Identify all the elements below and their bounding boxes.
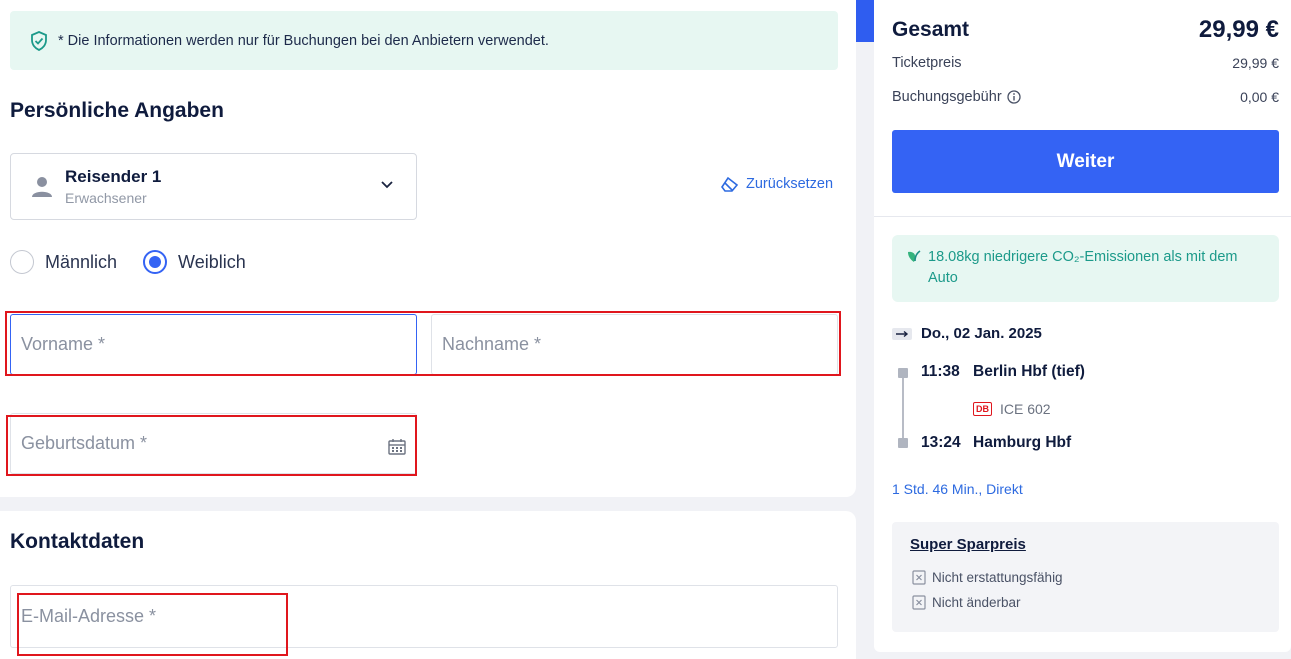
no-change-icon <box>912 595 926 610</box>
continue-button[interactable]: Weiter <box>892 130 1279 193</box>
leaf-icon <box>908 250 921 262</box>
arrival-station: Hamburg Hbf <box>973 434 1072 451</box>
lastname-placeholder: Nachname * <box>442 334 542 354</box>
info-banner-text: * Die Informationen werden nur für Buchu… <box>58 32 549 49</box>
summary-divider <box>874 216 1291 217</box>
ticket-price-value: 29,99 € <box>1232 55 1279 71</box>
train-number: ICE 602 <box>1000 401 1051 417</box>
radio-circle <box>10 250 34 274</box>
reset-label: Zurücksetzen <box>746 176 834 192</box>
gender-radio-group: Männlich Weiblich <box>10 250 272 274</box>
person-icon <box>32 176 52 197</box>
arrival-time: 13:24 <box>921 434 961 451</box>
fare-condition-refund: Nicht erstattungsfähig <box>912 570 1063 585</box>
fare-condition-change: Nicht änderbar <box>912 595 1021 610</box>
booking-fee-label: Buchungsgebühr <box>892 89 1002 105</box>
journey-date: Do., 02 Jan. 2025 <box>921 325 1042 342</box>
info-icon[interactable] <box>1007 90 1021 104</box>
gender-female-label: Weiblich <box>178 251 246 272</box>
booking-fee-value: 0,00 € <box>1240 89 1279 105</box>
personal-details-title: Persönliche Angaben <box>10 99 224 122</box>
total-value: 29,99 € <box>1198 16 1279 43</box>
journey-duration: 1 Std. 46 Min., Direkt <box>892 481 1023 497</box>
chevron-down-icon <box>381 181 393 189</box>
gender-male-radio[interactable]: Männlich <box>10 250 117 274</box>
departure-stop-dot <box>898 368 908 378</box>
email-input[interactable]: E-Mail-Adresse * <box>10 585 838 648</box>
lastname-input[interactable]: Nachname * <box>431 314 838 375</box>
gender-female-radio[interactable]: Weiblich <box>143 250 246 274</box>
reset-link[interactable]: Zurücksetzen <box>720 176 833 192</box>
departure-station: Berlin Hbf (tief) <box>973 363 1085 380</box>
firstname-placeholder: Vorname * <box>21 334 106 354</box>
departure-time: 11:38 <box>921 363 960 380</box>
eco-text: 18.08kg niedrigere CO₂-Emissionen als mi… <box>928 249 1238 286</box>
ticket-price-row: Ticketpreis 29,99 € <box>892 55 1279 71</box>
traveler-type: Erwachsener <box>65 190 147 206</box>
fare-name-link[interactable]: Super Sparpreis <box>910 536 1026 553</box>
train-direction-icon <box>892 328 912 340</box>
traveler-name: Reisender 1 <box>65 167 162 186</box>
db-logo-icon: DB <box>973 402 992 416</box>
shield-check-icon <box>31 30 47 51</box>
calendar-icon[interactable] <box>388 438 406 455</box>
fare-condition-refund-text: Nicht erstattungsfähig <box>932 570 1063 585</box>
no-refund-icon <box>912 570 926 585</box>
eraser-icon <box>721 176 739 192</box>
radio-circle-selected <box>143 250 168 274</box>
booking-fee-row: Buchungsgebühr 0,00 € <box>892 89 1279 105</box>
firstname-input[interactable]: Vorname * <box>10 314 417 375</box>
gender-male-label: Männlich <box>45 251 118 272</box>
email-placeholder: E-Mail-Adresse * <box>21 606 157 626</box>
ticket-price-label: Ticketpreis <box>892 55 962 71</box>
eco-banner: 18.08kg niedrigere CO₂-Emissionen als mi… <box>892 235 1279 302</box>
fare-condition-change-text: Nicht änderbar <box>932 595 1021 610</box>
journey-line <box>902 378 904 440</box>
info-banner: * Die Informationen werden nur für Buchu… <box>10 11 838 70</box>
arrival-stop-dot <box>898 438 908 448</box>
birthdate-placeholder: Geburtsdatum * <box>21 433 148 453</box>
header-accent-strip <box>856 0 874 42</box>
train-info: DB ICE 602 <box>973 401 1051 417</box>
contact-details-title: Kontaktdaten <box>10 530 145 553</box>
total-label: Gesamt <box>892 18 970 41</box>
traveler-select[interactable]: Reisender 1 Erwachsener <box>10 153 417 220</box>
total-row: Gesamt 29,99 € <box>892 16 1279 44</box>
birthdate-input[interactable]: Geburtsdatum * <box>10 413 417 474</box>
